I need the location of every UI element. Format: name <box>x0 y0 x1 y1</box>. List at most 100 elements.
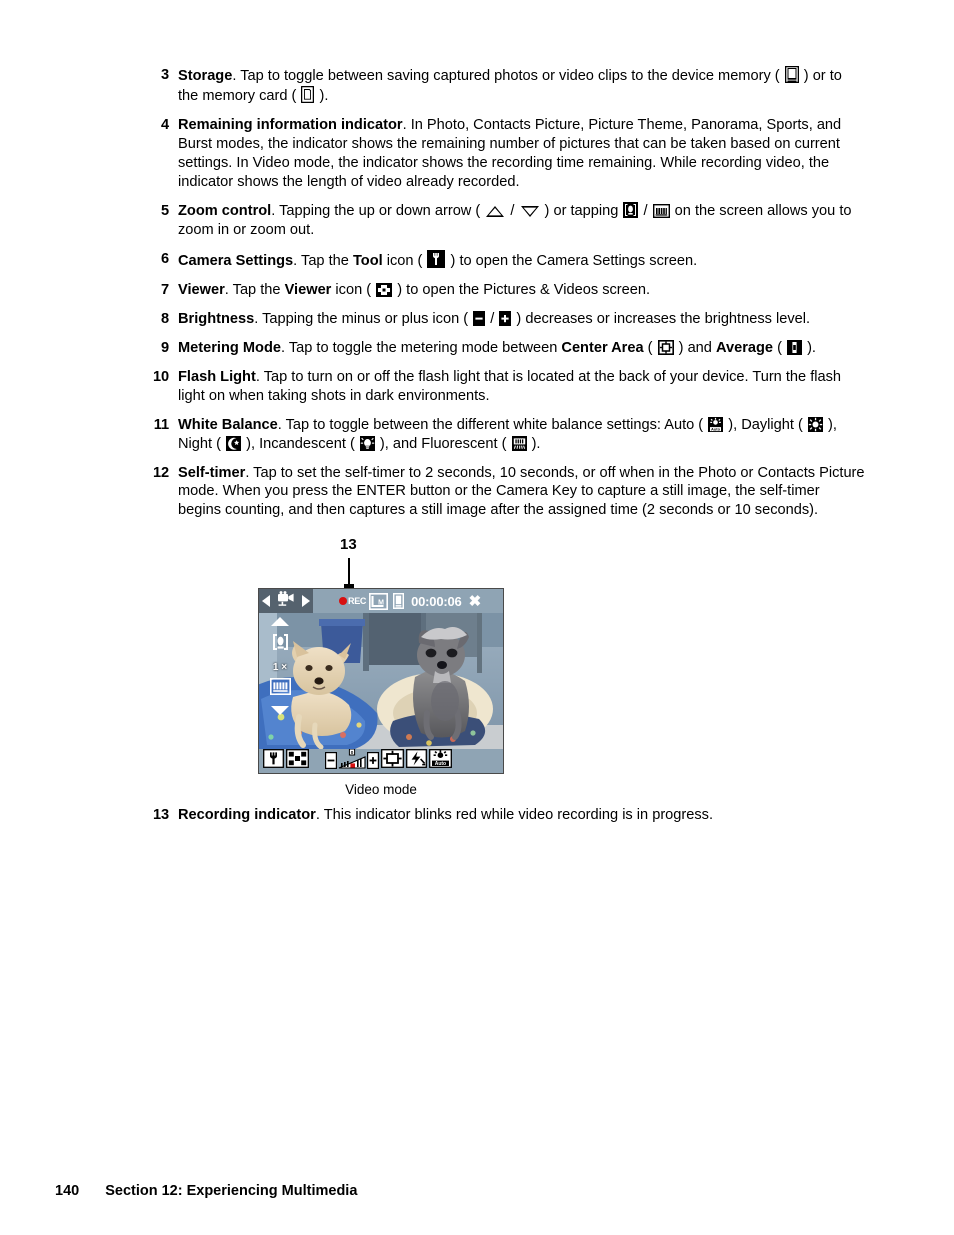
memory-card-icon <box>301 85 315 103</box>
device-memory-icon <box>784 66 799 83</box>
flash-light-icon[interactable] <box>406 749 427 773</box>
device-memory-icon[interactable] <box>393 593 405 609</box>
zoom-out-icon <box>652 203 670 218</box>
viewer-icon[interactable] <box>286 749 309 773</box>
brightness-slider-icon[interactable]: 0 <box>338 748 366 774</box>
item-text: Recording indicator. This indicator blin… <box>178 807 714 823</box>
item-text: White Balance. Tap to toggle between the… <box>178 416 837 452</box>
tool-wrench-icon[interactable] <box>263 749 284 773</box>
mode-selector[interactable] <box>259 589 313 613</box>
zoom-up-arrow-icon <box>485 205 505 218</box>
recording-timer: 00:00:06 <box>411 593 462 609</box>
plus-icon[interactable] <box>367 751 380 774</box>
right-arrow-icon[interactable] <box>301 595 310 607</box>
item-text: Flash Light. Tap to turn on or off the f… <box>178 368 842 404</box>
document-page: 3 Storage. Tap to toggle between saving … <box>0 0 954 1235</box>
zoom-in-icon[interactable] <box>271 632 290 657</box>
list-item: 11 White Balance. Tap to toggle between … <box>148 416 866 454</box>
viewer-word: Viewer <box>284 281 332 298</box>
left-arrow-icon[interactable] <box>262 595 271 607</box>
callout-label: 13 <box>340 536 357 553</box>
item-term: Viewer <box>178 281 225 298</box>
item-number: 5 <box>160 202 169 219</box>
wb-auto-icon[interactable]: Auto <box>429 749 452 773</box>
item-term: Metering Mode <box>178 339 281 356</box>
page-number: 140 <box>55 1183 80 1199</box>
minus-icon <box>473 310 486 326</box>
item-term: Recording indicator <box>178 807 316 823</box>
item-term: Self-timer <box>178 464 246 481</box>
svg-text:0: 0 <box>351 750 354 755</box>
wb-night-icon <box>226 435 242 451</box>
viewer-icon <box>376 282 393 297</box>
center-area-metering-icon <box>657 339 674 355</box>
item-term: Flash Light <box>178 368 256 385</box>
item-number: 7 <box>160 281 169 298</box>
item-number: 3 <box>160 67 169 83</box>
minus-icon[interactable] <box>325 751 338 774</box>
zoom-down-arrow-icon[interactable] <box>271 706 289 715</box>
figure-video-mode: 13 REC M 00:00:06 ✖ 1 × 0 Auto Video mod… <box>258 536 504 797</box>
list-item: 6 Camera Settings. Tap the Tool icon ( )… <box>148 249 866 271</box>
video-camera-icon <box>277 591 295 611</box>
zoom-level: 1 × <box>272 662 288 673</box>
recording-indicator: REC <box>339 596 366 606</box>
list-item: 9 Metering Mode. Tap to toggle the meter… <box>148 339 866 358</box>
average-metering-icon <box>787 339 803 355</box>
plus-icon <box>499 310 512 326</box>
item-term: Brightness <box>178 310 255 327</box>
center-area-metering-icon[interactable] <box>381 749 404 773</box>
list-item: 10 Flash Light. Tap to turn on or off th… <box>148 368 866 406</box>
wb-auto-icon: Auto <box>708 416 724 432</box>
wb-incandescent-icon <box>359 435 375 451</box>
device-top-toolbar: REC M 00:00:06 ✖ <box>259 589 503 613</box>
item-number: 6 <box>160 250 169 267</box>
device-screenshot: REC M 00:00:06 ✖ 1 × 0 Auto <box>258 588 504 774</box>
svg-text:Auto: Auto <box>711 426 721 431</box>
item-text: Metering Mode. Tap to toggle the meterin… <box>178 339 816 356</box>
list-item: 4 Remaining information indicator. In Ph… <box>148 116 866 192</box>
item-number: 11 <box>153 416 169 433</box>
wb-fluorescent-icon <box>511 435 527 451</box>
item-text: Storage. Tap to toggle between saving ca… <box>178 66 842 104</box>
zoom-out-icon[interactable] <box>269 678 291 700</box>
tool-word: Tool <box>352 252 383 269</box>
zoom-up-arrow-icon[interactable] <box>271 617 289 626</box>
item-text: Camera Settings. Tap the Tool icon ( ) t… <box>178 249 866 271</box>
center-area-word: Center Area <box>561 339 644 356</box>
item-number: 12 <box>152 464 169 481</box>
figure-caption: Video mode <box>345 782 417 797</box>
bottom-toolbar-right: 0 Auto <box>325 748 452 774</box>
zoom-control[interactable]: 1 × <box>265 617 295 715</box>
item-text: Remaining information indicator. In Phot… <box>178 116 842 190</box>
item-text: Brightness. Tapping the minus or plus ic… <box>178 310 811 327</box>
close-icon[interactable]: ✖ <box>469 594 482 609</box>
list-item: 8 Brightness. Tapping the minus or plus … <box>148 310 866 329</box>
svg-text:Auto: Auto <box>435 761 446 767</box>
item-term: Remaining information indicator <box>178 116 403 133</box>
average-word: Average <box>715 339 774 356</box>
rec-label: REC <box>348 596 367 606</box>
item-text: Self-timer. Tap to set the self-timer to… <box>178 464 865 519</box>
medium-quality-icon[interactable]: M <box>369 592 389 610</box>
section-title: Section 12: Experiencing Multimedia <box>105 1183 358 1199</box>
list-item: 13 Recording indicator. This indicator b… <box>148 806 866 825</box>
item-number: 4 <box>160 116 169 133</box>
zoom-down-arrow-icon <box>520 205 540 218</box>
brightness-control[interactable]: 0 <box>325 748 380 774</box>
page-footer: 140 Section 12: Experiencing Multimedia <box>55 1183 357 1199</box>
item-number: 13 <box>152 807 169 823</box>
device-bottom-toolbar: 0 Auto <box>259 748 503 774</box>
item-term: White Balance <box>178 416 278 433</box>
item-number: 8 <box>160 310 169 327</box>
list-item: 7 Viewer. Tap the Viewer icon ( ) to ope… <box>148 281 866 300</box>
item-term: Zoom control <box>178 202 272 219</box>
callout-13: 13 <box>258 536 504 591</box>
numbered-list: 3 Storage. Tap to toggle between saving … <box>148 66 866 530</box>
item-number: 10 <box>152 368 169 385</box>
camera-preview-photo <box>259 613 503 749</box>
list-item: 3 Storage. Tap to toggle between saving … <box>148 66 866 106</box>
tool-wrench-icon <box>427 249 446 268</box>
bottom-toolbar-left <box>259 749 309 773</box>
list-item: 5 Zoom control. Tapping the up or down a… <box>148 201 866 240</box>
